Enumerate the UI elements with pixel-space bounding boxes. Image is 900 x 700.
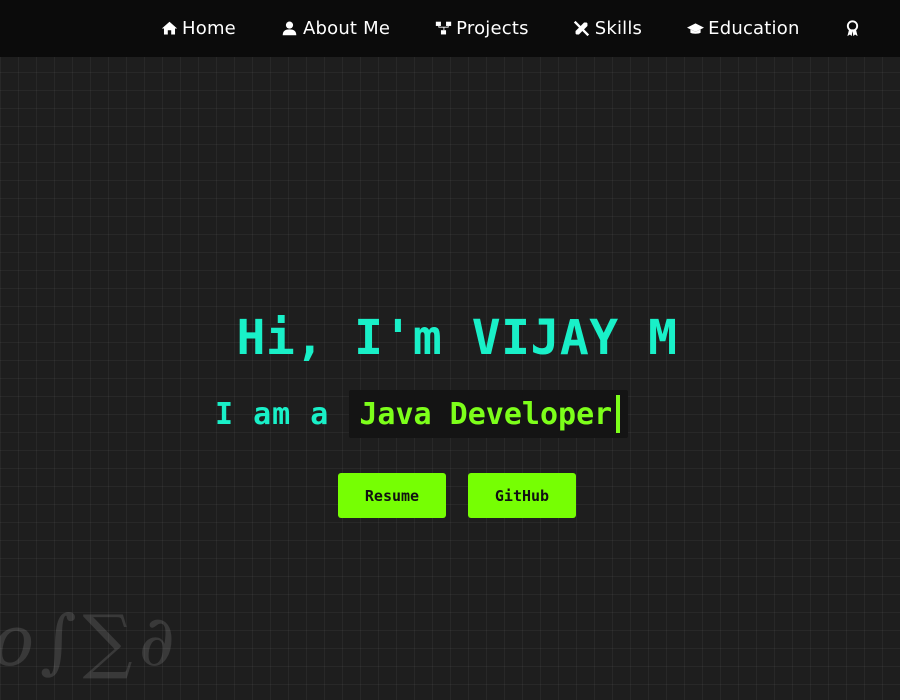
github-button[interactable]: GitHub: [468, 473, 576, 518]
typing-cursor: [616, 395, 621, 433]
hero-subtitle: I am a Java Developer: [215, 390, 629, 438]
typed-text: Java Developer: [359, 396, 613, 432]
hero-section: Hi, I'm VIJAY M I am a Java Developer Re…: [0, 0, 900, 700]
hero-title: Hi, I'm VIJAY M: [236, 310, 678, 366]
math-symbols-decoration: o∫∑∂: [0, 600, 181, 682]
subtitle-prefix: I am a: [215, 396, 330, 432]
resume-button[interactable]: Resume: [338, 473, 446, 518]
typed-text-box: Java Developer: [349, 390, 629, 438]
